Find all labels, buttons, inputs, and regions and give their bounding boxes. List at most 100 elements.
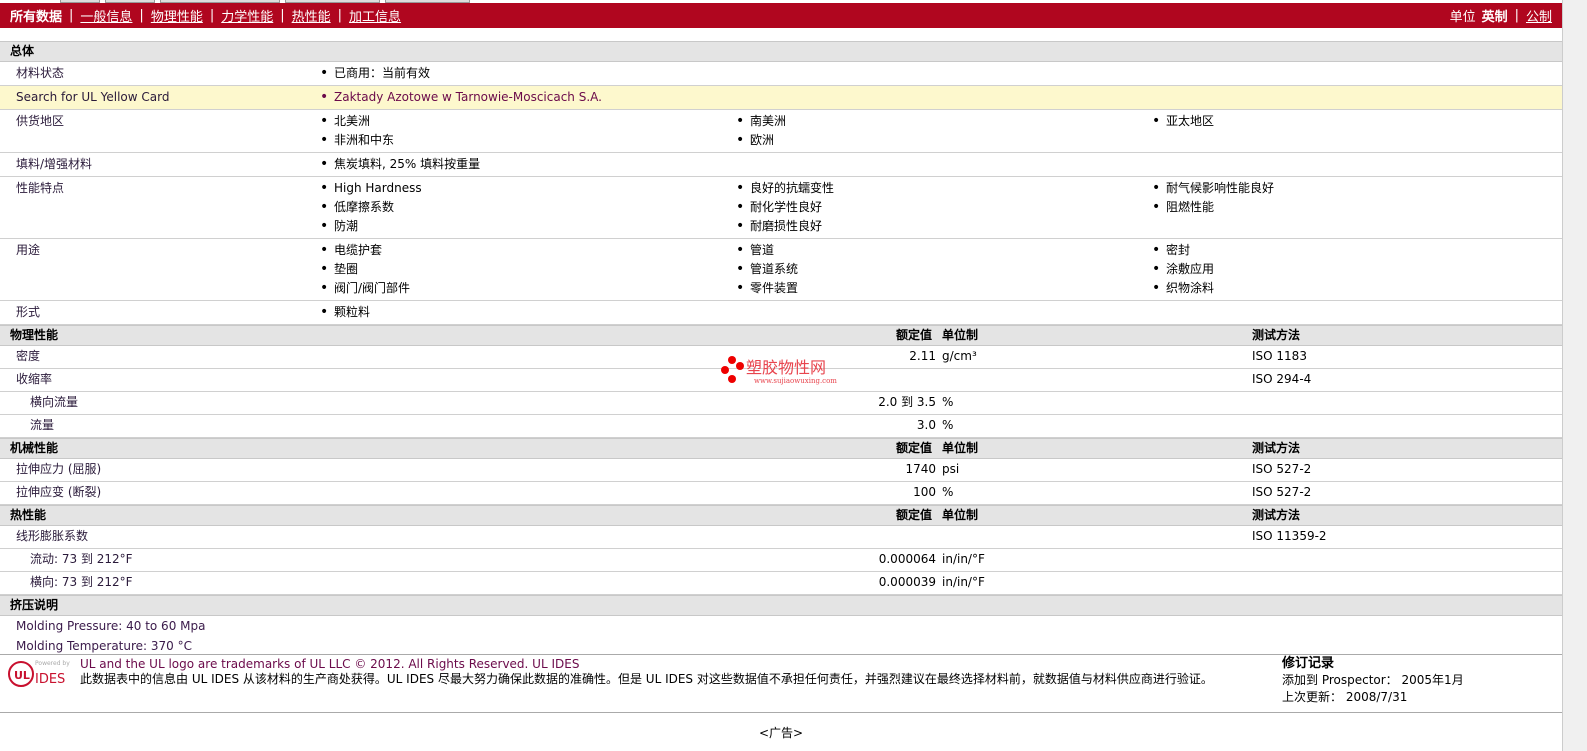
list-item: 耐磨损性良好	[736, 217, 822, 236]
row-line: 非洲和中东 欧洲	[0, 131, 1562, 150]
list-item: 亚太地区	[1152, 112, 1214, 131]
nav-thermal[interactable]: 热性能	[292, 6, 331, 25]
row-label: 填料/增强材料	[16, 157, 93, 171]
row-line: 填料/增强材料 焦炭填料, 25% 填料按重量	[0, 155, 1562, 174]
unit-header: 单位制	[942, 441, 979, 455]
row-value: 3.0	[916, 418, 936, 432]
row-line: 用途 电缆护套 管道 密封	[0, 241, 1562, 260]
row-line: 阀门/阀门部件 零件装置 织物涂料	[0, 279, 1562, 298]
row-test-method: ISO 11359-2	[1252, 529, 1327, 543]
row-label: 供货地区	[16, 114, 65, 128]
row-unit: in/in/°F	[942, 575, 985, 589]
row-unit: g/cm³	[942, 349, 977, 363]
row-label: 拉伸应力 (屈服)	[16, 462, 102, 476]
row-label: 拉伸应变 (断裂)	[16, 485, 102, 499]
svg-text:塑胶物性网: 塑胶物性网	[746, 358, 826, 377]
scrollbar[interactable]	[1562, 0, 1587, 751]
row-unit: in/in/°F	[942, 552, 985, 566]
list-item: 密封	[1152, 241, 1190, 260]
row-line: 流量 3.0%	[0, 416, 1562, 436]
section-title: 总体	[10, 44, 35, 58]
row-line: 性能特点 High Hardness 良好的抗蠕变性 耐气候影响性能良好	[0, 179, 1562, 198]
table-row: 形式 颗粒料	[0, 301, 1562, 325]
unit-header: 单位制	[942, 508, 979, 522]
list-item: 阻燃性能	[1152, 198, 1214, 217]
row-label: 流动: 73 到 212°F	[30, 552, 133, 566]
advertisement-label: <广告>	[758, 726, 804, 740]
nav-processing[interactable]: 加工信息	[349, 6, 401, 25]
list-item: 低摩擦系数	[320, 198, 394, 217]
nav-general[interactable]: 一般信息	[80, 6, 132, 25]
row-value: 2.11	[909, 349, 936, 363]
unit-metric-link[interactable]: 公制	[1526, 6, 1552, 25]
list-item: 管道系统	[736, 260, 798, 279]
list-item: 耐化学性良好	[736, 198, 822, 217]
row-test-method: ISO 527-2	[1252, 462, 1312, 476]
list-item: 焦炭填料, 25% 填料按重量	[320, 155, 480, 174]
row-test-method: ISO 294-4	[1252, 372, 1312, 386]
section-header: 机械性能 额定值 单位制 测试方法	[0, 438, 1562, 459]
value-header: 额定值	[895, 508, 932, 522]
list-item: 良好的抗蠕变性	[736, 179, 834, 198]
row-line: 横向: 73 到 212°F 0.000039 in/in/°F	[0, 573, 1562, 593]
row-label: 用途	[16, 243, 41, 257]
added-value: 2005年1月	[1401, 673, 1464, 687]
row-test-method: ISO 527-2	[1252, 485, 1312, 499]
list-item: 零件装置	[736, 279, 798, 298]
table-row: 拉伸应变 (断裂) 100% ISO 527-2	[0, 482, 1562, 505]
list-item: 防潮	[320, 217, 358, 236]
row-unit: %	[942, 485, 954, 499]
row-unit: psi	[942, 462, 960, 476]
svg-text:Powered by: Powered by	[35, 660, 70, 667]
watermark: 塑胶物性网 www.sujiaowuxing.com	[720, 353, 850, 390]
section-title: 热性能	[10, 508, 47, 522]
row-line: 拉伸应力 (屈服) 1740 psi ISO 527-2	[0, 460, 1562, 480]
row-label[interactable]: Search for UL Yellow Card	[16, 88, 169, 107]
svg-text:www.sujiaowuxing.com: www.sujiaowuxing.com	[754, 377, 837, 385]
nav-all-data[interactable]: 所有数据	[10, 6, 62, 25]
updated-label: 上次更新：	[1282, 690, 1343, 704]
table-row: 横向流量 2.0 到 3.5%	[0, 392, 1562, 415]
row-test-method: ISO 1183	[1252, 349, 1307, 363]
list-item: 非洲和中东	[320, 131, 394, 150]
disclaimer-text: 此数据表中的信息由 UL IDES 从该材料的生产商处获得。UL IDES 尽最…	[80, 672, 1213, 686]
test-header: 测试方法	[1252, 508, 1301, 522]
row-value: 2.0 到 3.5	[878, 395, 936, 409]
list-item: 涂敷应用	[1152, 260, 1214, 279]
row-value: 0.000064	[878, 552, 936, 566]
value-header: 额定值	[895, 441, 932, 455]
footer: UL Powered by IDES UL and the UL logo are …	[0, 654, 1562, 713]
unit-english: 英制	[1481, 10, 1508, 25]
table-row: 拉伸应力 (屈服) 1740 psi ISO 527-2	[0, 459, 1562, 482]
row-value: 0.000039	[878, 575, 936, 589]
table-row: 线形膨胀系数 ISO 11359-2	[0, 526, 1562, 549]
section-title: 挤压说明	[10, 598, 59, 612]
list-item: 北美洲	[320, 112, 370, 131]
list-item: 南美洲	[736, 112, 786, 131]
table-row: 供货地区 北美洲 南美洲 亚太地区非洲和中东 欧洲	[0, 110, 1562, 153]
list-item: 已商用：当前有效	[320, 64, 430, 83]
row-line: Search for UL Yellow Card Zaktady Azotowe…	[0, 88, 1562, 107]
table-row: 填料/增强材料 焦炭填料, 25% 填料按重量	[0, 153, 1562, 177]
test-header: 测试方法	[1252, 328, 1301, 342]
row-label: 横向: 73 到 212°F	[30, 575, 133, 589]
added-label: 添加到 Prospector：	[1282, 673, 1398, 687]
list-item: 阀门/阀门部件	[320, 279, 410, 298]
row-line: 拉伸应变 (断裂) 100% ISO 527-2	[0, 483, 1562, 503]
nav-physical[interactable]: 物理性能	[151, 6, 203, 25]
table-row: 性能特点 High Hardness 良好的抗蠕变性 耐气候影响性能良好低摩擦系数 耐化…	[0, 177, 1562, 239]
list-item[interactable]: Zaktady Azotowe w Tarnowie-Moscicach S.A…	[320, 88, 602, 107]
table-row: 流动: 73 到 212°F 0.000064 in/in/°F	[0, 549, 1562, 572]
table-row[interactable]: Search for UL Yellow Card Zaktady Azotowe…	[0, 86, 1562, 110]
list-item: 颗粒料	[320, 303, 370, 322]
row-line: 材料状态 已商用：当前有效	[0, 64, 1562, 83]
table-row: 用途 电缆护套 管道 密封垫圈 管道系统 涂敷应用阀门/阀门部件 零件装置 织物涂料	[0, 239, 1562, 301]
section-title: 物理性能	[10, 328, 59, 342]
list-item: 管道	[736, 241, 774, 260]
row-label: 密度	[16, 349, 41, 363]
revision-title: 修订记录	[1282, 656, 1335, 671]
row-label: 线形膨胀系数	[16, 529, 89, 543]
nav-mechanical[interactable]: 力学性能	[221, 6, 273, 25]
ul-ides-logo: UL Powered by IDES	[6, 657, 72, 691]
table-row: 流量 3.0%	[0, 415, 1562, 438]
